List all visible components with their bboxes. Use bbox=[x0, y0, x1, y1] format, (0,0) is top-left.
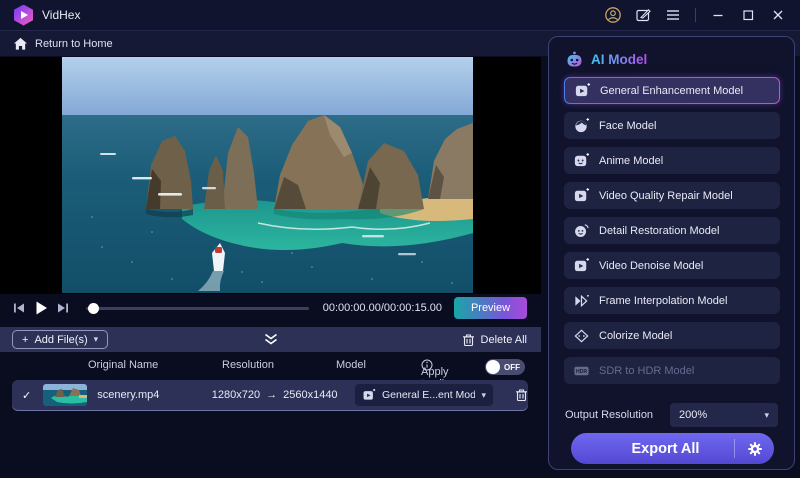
titlebar: VidHex bbox=[0, 0, 800, 30]
model-item-label: General Enhancement Model bbox=[600, 84, 744, 97]
denoise-icon bbox=[573, 257, 590, 274]
delete-all-button[interactable]: Delete All bbox=[462, 333, 527, 347]
next-frame-button[interactable] bbox=[52, 297, 74, 319]
progress-slider[interactable] bbox=[86, 302, 309, 314]
column-model: Model bbox=[336, 359, 366, 371]
model-item-face-model[interactable]: Face Model bbox=[564, 112, 780, 139]
column-resolution: Resolution bbox=[222, 359, 274, 371]
enhance-icon bbox=[574, 82, 591, 99]
titlebar-separator bbox=[695, 8, 696, 22]
model-item-label: Detail Restoration Model bbox=[599, 224, 720, 237]
model-item-video-denoise-model[interactable]: Video Denoise Model bbox=[564, 252, 780, 279]
model-item-label: Face Model bbox=[599, 119, 657, 132]
model-item-label: Colorize Model bbox=[599, 329, 673, 342]
output-resolution-value: 200% bbox=[679, 409, 708, 421]
model-item-label: Video Quality Repair Model bbox=[599, 189, 733, 202]
chevron-down-icon: ▾ bbox=[93, 334, 99, 344]
interpolation-icon bbox=[573, 292, 590, 309]
output-resolution-select[interactable]: 200% ▾ bbox=[670, 403, 778, 427]
svg-text:HDR: HDR bbox=[576, 369, 587, 375]
model-item-colorize-model[interactable]: Colorize Model bbox=[564, 322, 780, 349]
model-item-label: Anime Model bbox=[599, 154, 664, 167]
chevron-down-icon: ▾ bbox=[764, 409, 769, 420]
output-resolution-row: Output Resolution 200% ▾ bbox=[565, 403, 778, 427]
export-all-label: Export All bbox=[631, 440, 700, 457]
export-settings-gear-icon[interactable] bbox=[734, 439, 774, 458]
file-resolution: 1280x720 → 2560x1440 bbox=[211, 389, 338, 401]
previous-frame-button[interactable] bbox=[8, 297, 30, 319]
preview-button[interactable]: Preview bbox=[454, 297, 527, 319]
ai-model-panel: AI Model General Enhancement Model Face M… bbox=[548, 36, 795, 470]
feedback-icon[interactable] bbox=[631, 3, 655, 27]
model-item-label: Video Denoise Model bbox=[599, 259, 704, 272]
close-button[interactable] bbox=[766, 3, 790, 27]
repair-icon bbox=[573, 187, 590, 204]
model-item-sdr-to-hdr-model[interactable]: HDR SDR to HDR Model bbox=[564, 357, 780, 384]
row-delete-button[interactable] bbox=[515, 388, 528, 402]
app-logo-icon bbox=[14, 4, 33, 26]
row-model-dropdown[interactable]: General E...ent Model ▾ bbox=[355, 384, 493, 406]
player-controls: 00:00:00.00/00:00:15.00 Preview bbox=[0, 294, 541, 322]
chevron-down-icon: ▾ bbox=[481, 389, 486, 400]
collapse-panel-icon[interactable] bbox=[262, 333, 279, 346]
video-frame bbox=[62, 57, 473, 293]
video-thumbnail bbox=[43, 384, 88, 406]
colorize-icon bbox=[573, 327, 590, 344]
model-item-frame-interpolation-model[interactable]: Frame Interpolation Model bbox=[564, 287, 780, 314]
playback-time: 00:00:00.00/00:00:15.00 bbox=[322, 302, 442, 314]
play-button[interactable] bbox=[30, 297, 52, 319]
panel-header: AI Model bbox=[565, 50, 794, 69]
maximize-button[interactable] bbox=[736, 3, 760, 27]
model-item-label: SDR to HDR Model bbox=[599, 364, 695, 377]
app-title: VidHex bbox=[42, 8, 81, 22]
file-toolbar: + Add File(s) ▾ Delete All bbox=[0, 327, 541, 352]
export-all-button[interactable]: Export All bbox=[571, 433, 774, 464]
minimize-button[interactable] bbox=[706, 3, 730, 27]
menu-icon[interactable] bbox=[661, 3, 685, 27]
toggle-state-label: OFF bbox=[504, 362, 520, 372]
video-stage bbox=[0, 57, 541, 294]
model-item-detail-restoration-model[interactable]: Detail Restoration Model bbox=[564, 217, 780, 244]
detail-icon bbox=[573, 222, 590, 239]
table-row[interactable]: ✓ scenery.mp4 1280x720 → 2560x1440 General… bbox=[12, 380, 528, 410]
trash-icon bbox=[462, 333, 474, 346]
robot-icon bbox=[567, 51, 582, 67]
row-checkmark[interactable]: ✓ bbox=[22, 389, 31, 402]
account-icon[interactable] bbox=[601, 3, 625, 27]
plus-icon: + bbox=[22, 333, 29, 346]
add-files-button[interactable]: + Add File(s) ▾ bbox=[12, 330, 109, 349]
file-name: scenery.mp4 bbox=[97, 389, 160, 401]
progress-slider-knob[interactable] bbox=[88, 302, 99, 314]
toggle-knob bbox=[486, 360, 500, 374]
arrow-icon: → bbox=[266, 389, 278, 401]
hdr-icon: HDR bbox=[573, 362, 590, 379]
return-home-link[interactable]: Return to Home bbox=[35, 38, 113, 50]
model-item-anime-model[interactable]: Anime Model bbox=[564, 147, 780, 174]
panel-title: AI Model bbox=[591, 52, 648, 67]
column-original-name: Original Name bbox=[88, 359, 159, 371]
home-icon[interactable] bbox=[13, 37, 28, 51]
apply-to-all-toggle[interactable]: OFF bbox=[485, 359, 525, 375]
face-icon bbox=[573, 117, 590, 134]
model-list: General Enhancement Model Face Model Anime… bbox=[564, 77, 780, 392]
model-item-label: Frame Interpolation Model bbox=[599, 294, 728, 307]
anime-icon bbox=[573, 152, 590, 169]
file-table-header: Original Name Resolution Model Apply to … bbox=[0, 352, 541, 390]
output-resolution-label: Output Resolution bbox=[565, 409, 654, 421]
enhance-icon bbox=[363, 388, 376, 400]
model-item-general-enhancement-model[interactable]: General Enhancement Model bbox=[564, 77, 780, 104]
model-item-video-quality-repair-model[interactable]: Video Quality Repair Model bbox=[564, 182, 780, 209]
row-model-label: General E...ent Model bbox=[382, 389, 476, 401]
